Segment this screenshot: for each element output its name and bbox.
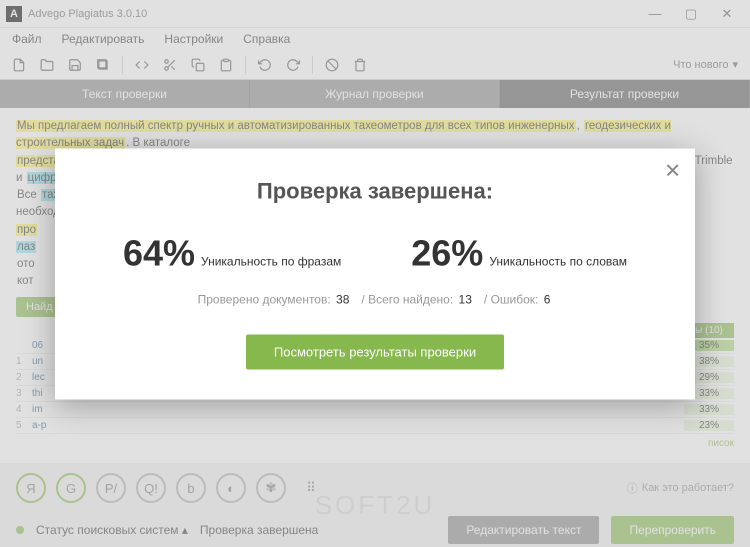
check-summary: Проверено документов: 38 / Всего найдено… bbox=[85, 292, 665, 306]
check-complete-modal: ✕ Проверка завершена: 64% Уникальность по… bbox=[55, 148, 695, 399]
word-unique-pct: 26% bbox=[411, 232, 483, 274]
phrase-unique-label: Уникальность по фразам bbox=[201, 254, 341, 268]
view-results-button[interactable]: Посмотреть результаты проверки bbox=[246, 334, 504, 369]
phrase-unique-pct: 64% bbox=[123, 232, 195, 274]
close-icon[interactable]: ✕ bbox=[664, 158, 681, 183]
word-unique-label: Уникальность по словам bbox=[489, 254, 627, 268]
modal-title: Проверка завершена: bbox=[85, 178, 665, 204]
